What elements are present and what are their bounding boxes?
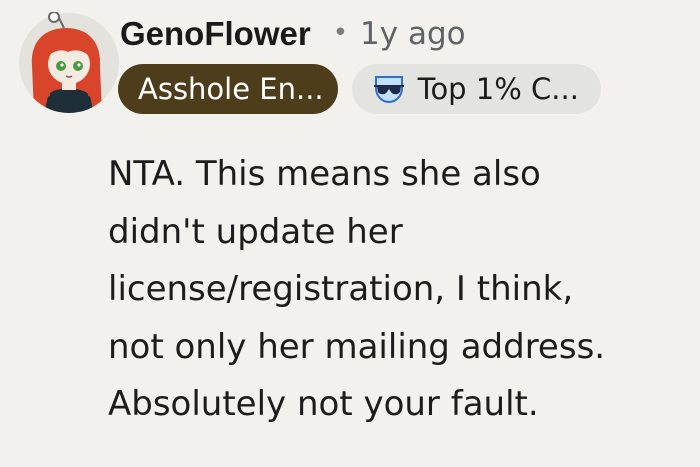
comment: GenoFlower • 1y ago Asshole En... Top 1%… <box>0 0 700 467</box>
comment-body: NTA. This means she also didn't update h… <box>108 146 688 434</box>
comment-header: GenoFlower • 1y ago <box>120 12 466 56</box>
avatar-image <box>19 12 119 113</box>
author-name[interactable]: GenoFlower <box>120 15 311 53</box>
avatar[interactable] <box>18 12 120 114</box>
user-flair-label: Asshole En... <box>138 72 324 106</box>
meta-separator: • <box>332 18 349 48</box>
user-flair-badge: Asshole En... <box>118 64 338 114</box>
comment-timestamp[interactable]: 1y ago <box>360 16 466 52</box>
comment-body-line: license/registration, I think, <box>108 269 574 309</box>
comment-body-line: Absolutely not your fault. <box>108 384 539 424</box>
comment-body-line: didn't update her <box>108 211 403 252</box>
achievement-flair-badge[interactable]: Top 1% C... <box>351 64 601 114</box>
comment-body-line: not only her mailing address. <box>108 326 606 367</box>
sunglasses-trophy-icon <box>372 74 406 104</box>
flair-row: Asshole En... Top 1% C... <box>118 64 601 114</box>
comment-body-line: NTA. This means she also <box>108 154 541 194</box>
achievement-flair-label: Top 1% C... <box>417 72 579 106</box>
